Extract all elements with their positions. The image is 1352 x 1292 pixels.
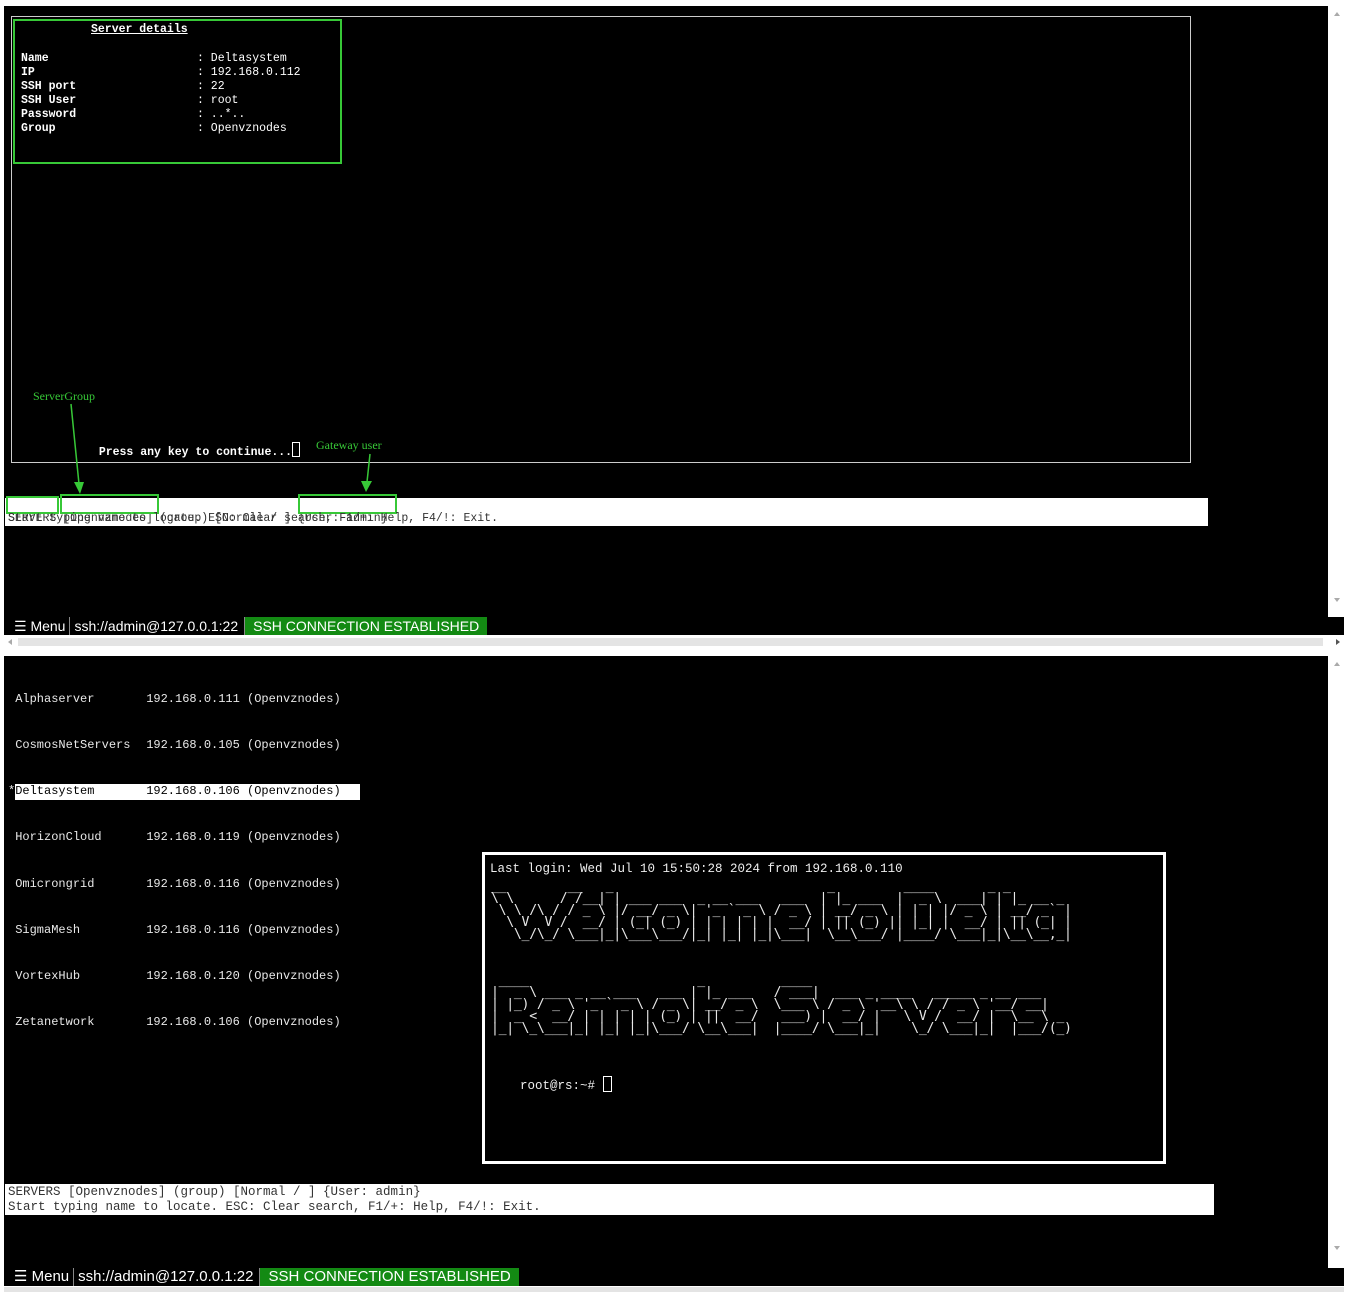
press-any-key-prompt: Press any key to continue... <box>85 428 301 460</box>
gateway-arrow-line <box>366 453 371 483</box>
menu-button[interactable]: ☰ Menu <box>4 617 71 635</box>
server-row-selected[interactable]: *Deltasystem 192.168.0.106 (Openvznodes) <box>8 784 361 800</box>
cursor <box>292 442 301 457</box>
scroll-down-icon[interactable] <box>1334 1246 1340 1250</box>
server-row[interactable]: Zetanetwork 192.168.0.106 (Openvznodes) <box>8 1015 360 1030</box>
bottom-vertical-scrollbar[interactable] <box>1330 656 1344 1256</box>
server-row[interactable]: VortexHub 192.168.0.120 (Openvznodes) <box>8 969 360 984</box>
remote-session-window[interactable]: Last login: Wed Jul 10 15:50:28 2024 fro… <box>482 852 1166 1164</box>
scroll-track[interactable] <box>18 638 1323 646</box>
shell-prompt-line[interactable]: root@rs:~# <box>490 1062 612 1107</box>
highlight-group <box>60 494 159 514</box>
top-vertical-scrollbar[interactable] <box>1330 6 1344 606</box>
server-row[interactable]: CosmosNetServers 192.168.0.105 (Openvznod… <box>8 738 360 753</box>
top-taskbar: ☰ Menu ssh://admin@127.0.0.1:22 SSH CONN… <box>4 617 1344 635</box>
connection-status-badge: SSH CONNECTION ESTABLISHED <box>260 1268 519 1286</box>
server-row[interactable]: Omicrongrid 192.168.0.116 (Openvznodes) <box>8 877 360 892</box>
scroll-up-icon[interactable] <box>1334 12 1340 16</box>
highlight-user <box>298 494 397 514</box>
top-horizontal-scrollbar[interactable] <box>4 636 1344 648</box>
connection-status-badge: SSH CONNECTION ESTABLISHED <box>245 617 488 635</box>
shell-prompt: root@rs:~# <box>520 1079 603 1093</box>
remote-servers-banner: ____ _ ____ | _ \ ___ _ __ ___ ___ | |_ … <box>491 973 1072 1036</box>
scroll-up-icon[interactable] <box>1334 662 1340 666</box>
servergroup-arrowhead <box>74 482 84 494</box>
bottom-edge-strip <box>4 1287 1344 1292</box>
shell-cursor <box>602 1076 612 1092</box>
bottom-status-line-1: SERVERS [Openvznodes] (group) [Normal / … <box>8 1185 421 1199</box>
connection-address: ssh://admin@127.0.0.1:22 <box>74 1268 261 1286</box>
gateway-arrowhead <box>361 481 372 492</box>
server-row[interactable]: HorizonCloud 192.168.0.119 (Openvznodes) <box>8 830 360 845</box>
welcome-banner: __ __ _ _ ____ _ _ \ \ / /__| | ___ ___ … <box>491 879 1072 942</box>
prompt-text: Press any key to continue... <box>98 446 293 459</box>
scroll-right-icon[interactable] <box>1336 639 1340 645</box>
menu-button[interactable]: ☰ Menu <box>4 1268 75 1286</box>
server-row[interactable]: Alphaserver 192.168.0.111 (Openvznodes) <box>8 692 360 707</box>
top-status-line-2: Start typing name to locate. ESC: Clear … <box>8 512 498 525</box>
connection-address: ssh://admin@127.0.0.1:22 <box>70 617 246 635</box>
server-list: Alphaserver 192.168.0.111 (Openvznodes) C… <box>8 661 361 1046</box>
server-row[interactable]: SigmaMesh 192.168.0.116 (Openvznodes) <box>8 923 360 938</box>
bottom-taskbar: ☰ Menu ssh://admin@127.0.0.1:22 SSH CONN… <box>4 1268 1344 1286</box>
scroll-left-icon[interactable] <box>8 639 12 645</box>
bottom-status-line-2: Start typing name to locate. ESC: Clear … <box>8 1200 541 1214</box>
servergroup-arrow-line <box>70 403 80 485</box>
scroll-down-icon[interactable] <box>1334 598 1340 602</box>
last-login-line: Last login: Wed Jul 10 15:50:28 2024 fro… <box>490 862 903 876</box>
